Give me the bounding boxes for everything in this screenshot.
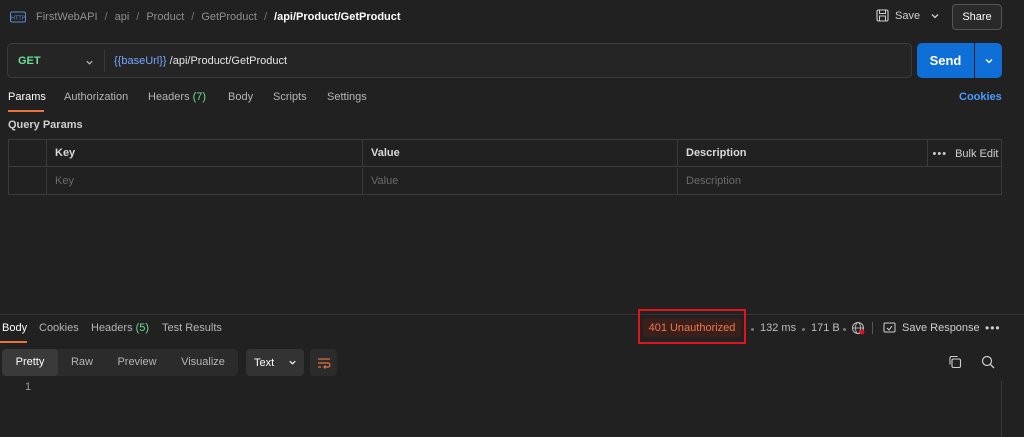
- cookies-link[interactable]: Cookies: [959, 91, 1002, 103]
- share-button[interactable]: Share: [952, 4, 1002, 30]
- search-icon[interactable]: [981, 355, 995, 369]
- description-input[interactable]: Description: [677, 168, 1002, 195]
- pane-divider[interactable]: [0, 314, 1024, 315]
- request-tabs: Params Authorization Headers (7) Body Sc…: [0, 90, 1024, 112]
- tab-scripts[interactable]: Scripts: [273, 91, 307, 103]
- separator-dot: [843, 328, 846, 331]
- tab-params[interactable]: Params: [8, 91, 46, 103]
- breadcrumb-collection[interactable]: FirstWebAPI: [36, 11, 98, 23]
- column-value: Value: [362, 140, 677, 167]
- breadcrumb-folder-api[interactable]: api: [115, 11, 130, 23]
- breadcrumb-folder-product[interactable]: Product: [146, 11, 184, 23]
- svg-text:HTTP: HTTP: [11, 16, 26, 22]
- tab-body[interactable]: Body: [228, 91, 253, 103]
- scrollbar[interactable]: [1001, 381, 1002, 437]
- url-bar: GET {{baseUrl}} /api/Product/GetProduct: [7, 43, 912, 78]
- wrap-lines-icon: [317, 357, 331, 369]
- divider: [872, 322, 873, 334]
- save-icon: [876, 9, 889, 22]
- wrap-lines-button[interactable]: [310, 349, 337, 376]
- view-pretty[interactable]: Pretty: [2, 349, 58, 376]
- view-visualize[interactable]: Visualize: [168, 349, 238, 376]
- more-icon: •••: [932, 147, 948, 160]
- breadcrumb-separator: /: [191, 11, 195, 23]
- response-size[interactable]: 171 B: [811, 322, 840, 334]
- tab-response-headers[interactable]: Headers (5): [91, 322, 149, 334]
- line-number: 1: [25, 381, 32, 393]
- view-preview[interactable]: Preview: [106, 349, 168, 376]
- tab-response-headers-label: Headers: [91, 322, 133, 334]
- tab-response-body[interactable]: Body: [2, 322, 27, 334]
- column-key: Key: [46, 140, 362, 167]
- bulk-edit-button[interactable]: ••• Bulk Edit: [927, 140, 1003, 167]
- view-mode-selector: Pretty Raw Preview Visualize: [2, 349, 238, 376]
- http-request-icon: HTTP: [10, 11, 26, 23]
- send-options-button[interactable]: [975, 43, 1002, 78]
- send-button[interactable]: Send: [917, 43, 974, 78]
- save-button[interactable]: Save: [876, 9, 920, 22]
- key-input[interactable]: Key: [46, 168, 362, 195]
- save-response-label: Save Response: [902, 321, 980, 334]
- column-description: Description: [677, 140, 927, 167]
- url-variable: {{baseUrl}}: [114, 55, 167, 67]
- url-path: /api/Product/GetProduct: [166, 55, 288, 67]
- save-response-icon: [883, 322, 896, 333]
- network-globe-icon[interactable]: [851, 321, 865, 335]
- view-raw[interactable]: Raw: [58, 349, 106, 376]
- response-time[interactable]: 132 ms: [760, 322, 796, 334]
- more-options-icon[interactable]: •••: [985, 321, 1001, 335]
- tab-test-results[interactable]: Test Results: [162, 322, 222, 334]
- save-label: Save: [895, 9, 921, 22]
- chevron-down-icon: [289, 360, 296, 365]
- breadcrumb-separator: /: [104, 11, 108, 23]
- breadcrumb-folder-getproduct[interactable]: GetProduct: [201, 11, 257, 23]
- tab-headers[interactable]: Headers (7): [148, 91, 206, 103]
- chevron-down-icon[interactable]: [930, 11, 940, 21]
- separator-dot: [802, 328, 805, 331]
- active-tab-indicator: [0, 341, 27, 343]
- active-tab-indicator: [8, 110, 44, 112]
- tab-authorization[interactable]: Authorization: [64, 91, 128, 103]
- table-header-row: Key Value Description ••• Bulk Edit: [9, 140, 1001, 167]
- separator-dot: [751, 328, 754, 331]
- headers-count: (7): [192, 91, 207, 103]
- tab-settings[interactable]: Settings: [327, 91, 367, 103]
- breadcrumb: FirstWebAPI / api / Product / GetProduct…: [36, 11, 401, 23]
- url-input[interactable]: {{baseUrl}} /api/Product/GetProduct: [114, 55, 287, 67]
- query-params-label: Query Params: [8, 119, 83, 131]
- format-select[interactable]: Text: [246, 349, 304, 376]
- divider: [104, 50, 105, 72]
- value-input[interactable]: Value: [362, 168, 677, 195]
- format-value: Text: [254, 356, 275, 369]
- top-bar: HTTP FirstWebAPI / api / Product / GetPr…: [0, 0, 1024, 34]
- tab-headers-label: Headers: [148, 91, 190, 103]
- chevron-down-icon[interactable]: [85, 58, 94, 67]
- table-row: Key Value Description: [9, 168, 1001, 195]
- breadcrumb-separator: /: [263, 11, 268, 23]
- method-select[interactable]: GET: [18, 55, 41, 67]
- copy-icon[interactable]: [948, 355, 962, 369]
- request-name[interactable]: /api/Product/GetProduct: [274, 11, 401, 23]
- status-badge[interactable]: 401 Unauthorized: [643, 318, 741, 337]
- response-tabs: Body Cookies Headers (5) Test Results: [0, 321, 1024, 343]
- save-response-button[interactable]: Save Response: [883, 321, 980, 334]
- breadcrumb-separator: /: [136, 11, 140, 23]
- tab-response-cookies[interactable]: Cookies: [39, 322, 79, 334]
- chevron-down-icon: [985, 58, 992, 63]
- query-params-table: Key Value Description ••• Bulk Edit Key …: [8, 139, 1002, 195]
- response-headers-count: (5): [135, 322, 150, 334]
- bulk-edit-label: Bulk Edit: [955, 147, 999, 160]
